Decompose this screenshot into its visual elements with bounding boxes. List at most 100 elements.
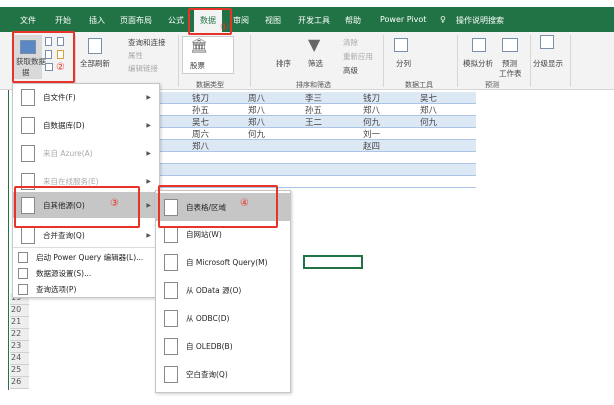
step-3-marker: ③ bbox=[110, 198, 119, 209]
outline-icon bbox=[540, 35, 554, 49]
table-cell[interactable]: 何九 bbox=[420, 116, 437, 128]
reapply-button[interactable]: 重新应用 bbox=[343, 51, 373, 62]
table-cell[interactable]: 何九 bbox=[248, 128, 265, 140]
menu-item[interactable]: 启动 Power Query 编辑器(L)... bbox=[13, 249, 159, 265]
stocks-button[interactable]: 股票 bbox=[190, 60, 205, 71]
table-cell[interactable]: 何九 bbox=[363, 116, 380, 128]
table-cell[interactable]: 孙五 bbox=[192, 104, 209, 116]
menu-item-label: 来自 Azure(A) bbox=[43, 148, 93, 158]
row-header[interactable]: 20 bbox=[10, 305, 29, 317]
submenu-item-label: 从 OData 源(O) bbox=[186, 285, 242, 295]
menu-item-label: 自文件(F) bbox=[43, 92, 76, 102]
tab-view[interactable]: 视图 bbox=[265, 15, 281, 26]
outline-button[interactable]: 分级显示 bbox=[533, 58, 563, 69]
document-icon bbox=[21, 88, 35, 106]
tab-home[interactable]: 开始 bbox=[55, 15, 71, 26]
table-cell[interactable]: 周八 bbox=[248, 92, 265, 104]
tab-help[interactable]: 帮助 bbox=[345, 15, 361, 26]
what-if-icon bbox=[472, 38, 486, 52]
row-header[interactable]: 23 bbox=[10, 341, 29, 353]
table-cell[interactable]: 郑八 bbox=[363, 104, 380, 116]
chevron-right-icon: ▶ bbox=[146, 121, 151, 129]
advanced-button[interactable]: 高级 bbox=[343, 65, 358, 76]
text-to-columns-button[interactable]: 分列 bbox=[396, 58, 411, 69]
submenu-item-label: 从 ODBC(D) bbox=[186, 313, 230, 323]
table-cell[interactable]: 郑八 bbox=[248, 116, 265, 128]
submenu-item[interactable]: 从 OData 源(O) bbox=[156, 277, 290, 303]
row-header[interactable]: 26 bbox=[10, 377, 29, 389]
menu-item-label: 自数据库(D) bbox=[43, 120, 85, 130]
clear-button[interactable]: 清除 bbox=[343, 37, 358, 48]
submenu-item-label: 空白查询(Q) bbox=[186, 369, 228, 379]
forecast-sheet-icon bbox=[502, 38, 518, 52]
edit-links-button[interactable]: 编辑链接 bbox=[128, 63, 158, 74]
document-icon bbox=[21, 226, 35, 244]
tell-me-search[interactable]: 操作说明搜索 bbox=[456, 15, 504, 26]
step-3-highlight bbox=[14, 186, 140, 228]
table-cell[interactable]: 王二 bbox=[305, 116, 322, 128]
tab-review[interactable]: 审阅 bbox=[233, 15, 249, 26]
document-icon bbox=[21, 116, 35, 134]
menu-item[interactable]: 数据源设置(S)... bbox=[13, 265, 159, 281]
row-header[interactable]: 22 bbox=[10, 329, 29, 341]
step-4-marker: ④ bbox=[240, 198, 249, 209]
table-cell[interactable]: 郑八 bbox=[420, 104, 437, 116]
step-1-marker: ① bbox=[220, 22, 229, 33]
table-cell[interactable]: 李三 bbox=[305, 92, 322, 104]
menu-item[interactable]: 来自 Azure(A) ▶ bbox=[13, 140, 159, 166]
submenu-item[interactable]: 自 OLEDB(B) bbox=[156, 333, 290, 359]
document-icon bbox=[164, 337, 178, 355]
filter-button[interactable]: 筛选 bbox=[308, 58, 323, 69]
menu-item[interactable]: 查询选项(P) bbox=[13, 281, 159, 297]
forecast-sheet-label-2: 工作表 bbox=[499, 69, 522, 78]
group-label-data-types: 数据类型 bbox=[196, 81, 224, 89]
row-header[interactable]: 21 bbox=[10, 317, 29, 329]
selected-cell[interactable] bbox=[303, 255, 363, 269]
menu-item[interactable]: 自文件(F) ▶ bbox=[13, 84, 159, 110]
chevron-right-icon: ▶ bbox=[146, 93, 151, 101]
tab-file[interactable]: 文件 bbox=[20, 15, 36, 26]
chevron-right-icon: ▶ bbox=[146, 201, 151, 209]
table-cell[interactable]: 孙五 bbox=[305, 104, 322, 116]
submenu-item[interactable]: 空白查询(Q) bbox=[156, 361, 290, 387]
table-cell[interactable]: 钱刀 bbox=[363, 92, 380, 104]
submenu-item[interactable]: 从 ODBC(D) bbox=[156, 305, 290, 331]
what-if-analysis-button[interactable]: 模拟分析 bbox=[463, 58, 493, 69]
table-row bbox=[160, 152, 476, 164]
settings-doc-icon bbox=[18, 283, 28, 295]
tab-page-layout[interactable]: 页面布局 bbox=[120, 15, 152, 26]
table-cell[interactable]: 钱刀 bbox=[192, 92, 209, 104]
submenu-item[interactable]: 自 Microsoft Query(M) bbox=[156, 249, 290, 275]
text-to-columns-icon bbox=[394, 38, 408, 52]
table-cell[interactable]: 郑八 bbox=[192, 140, 209, 152]
table-cell[interactable]: 刘一 bbox=[363, 128, 380, 140]
settings-doc-icon bbox=[18, 251, 28, 263]
document-icon bbox=[164, 253, 178, 271]
tab-insert[interactable]: 插入 bbox=[89, 15, 105, 26]
table-cell[interactable]: 赵四 bbox=[363, 140, 380, 152]
tab-formulas[interactable]: 公式 bbox=[168, 15, 184, 26]
row-header[interactable]: 25 bbox=[10, 365, 29, 377]
sort-button[interactable]: 排序 bbox=[276, 58, 291, 69]
row-header[interactable]: 24 bbox=[10, 353, 29, 365]
step-2-marker: ② bbox=[56, 62, 65, 73]
step-4-highlight bbox=[158, 185, 278, 228]
menu-item-label: 来自在线服务(E) bbox=[43, 176, 99, 186]
tab-developer[interactable]: 开发工具 bbox=[298, 15, 330, 26]
queries-connections-button[interactable]: 查询和连接 bbox=[128, 37, 166, 48]
refresh-all-button[interactable]: 全部刷新 bbox=[80, 58, 110, 69]
menu-item-label: 查询选项(P) bbox=[36, 284, 77, 294]
table-cell[interactable]: 吴七 bbox=[192, 116, 209, 128]
document-icon bbox=[21, 144, 35, 162]
menu-item-label: 数据源设置(S)... bbox=[36, 268, 92, 278]
table-cell[interactable]: 郑八 bbox=[248, 104, 265, 116]
step-2-highlight bbox=[12, 31, 75, 83]
properties-button[interactable]: 属性 bbox=[128, 50, 143, 61]
group-label-data-tools: 数据工具 bbox=[405, 81, 433, 89]
table-cell[interactable]: 吴七 bbox=[420, 92, 437, 104]
tab-power-pivot[interactable]: Power Pivot bbox=[380, 15, 426, 24]
menu-item[interactable]: 自数据库(D) ▶ bbox=[13, 112, 159, 138]
table-cell[interactable]: 周六 bbox=[192, 128, 209, 140]
refresh-icon[interactable] bbox=[88, 38, 102, 54]
lightbulb-icon: ♀ bbox=[440, 15, 446, 24]
